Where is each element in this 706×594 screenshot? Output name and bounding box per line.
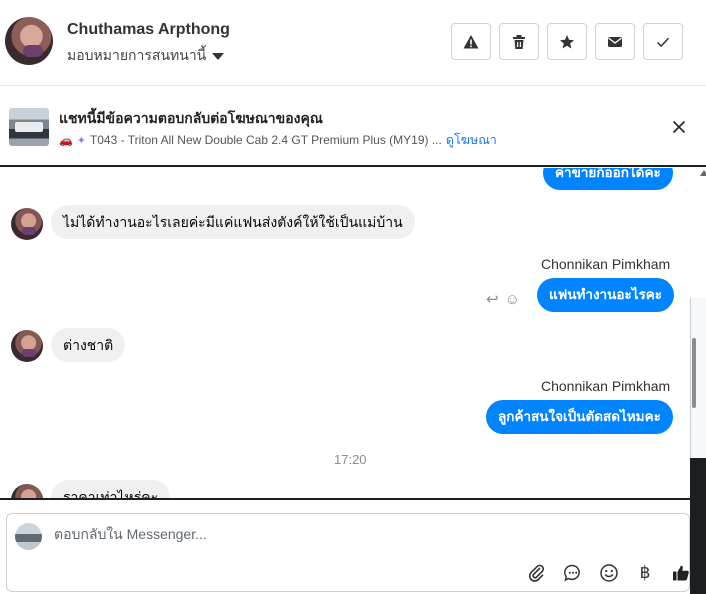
reply-input[interactable]: [54, 526, 654, 542]
view-ad-link[interactable]: ดูโฆษณา: [446, 130, 497, 150]
close-banner-button[interactable]: [668, 116, 690, 138]
sender-name: Chonnikan Pimkham: [541, 256, 671, 272]
reply-composer: ฿: [6, 513, 690, 592]
incoming-message: ไม่ได้ทำงานอะไรเลยค่ะมีแค่แฟนส่งตังค์ให้…: [51, 205, 415, 239]
message-thread[interactable]: ค่าขายก็ออกได้คะ ไม่ได้ทำงานอะไรเลยค่ะมี…: [0, 168, 690, 498]
scroll-up-icon[interactable]: [700, 170, 706, 176]
divider: [0, 498, 690, 500]
page-avatar: [15, 523, 42, 550]
envelope-icon: [608, 36, 622, 47]
check-icon: [656, 37, 670, 47]
incoming-message: ราคาเท่าไหร่คะ: [51, 480, 171, 498]
mark-done-button[interactable]: [643, 23, 683, 60]
message-timestamp: 17:20: [334, 452, 367, 467]
message-actions: ↩ ☺: [486, 290, 520, 309]
assign-conversation-dropdown[interactable]: มอบหมายการสนทนานี้: [67, 45, 225, 67]
ad-subtitle: T043 - Triton All New Double Cab 2.4 GT …: [89, 133, 442, 147]
caret-down-icon: [212, 53, 225, 60]
ad-reply-banner: แชทนี้มีข้อความตอบกลับต่อโฆษณาของคุณ 🚗 ✦…: [0, 87, 706, 167]
composer-toolbar: ฿: [525, 561, 693, 585]
contact-avatar-small: [11, 484, 43, 498]
delete-button[interactable]: [499, 23, 539, 60]
conversation-header: Chuthamas Arpthong มอบหมายการสนทนานี้: [0, 0, 706, 86]
like-button[interactable]: [669, 561, 693, 585]
attach-button[interactable]: [525, 561, 549, 585]
assign-label: มอบหมายการสนทนานี้: [67, 47, 207, 63]
sender-name: Chonnikan Pimkham: [541, 378, 671, 394]
contact-avatar-small: [11, 208, 43, 240]
car-icon: 🚗: [59, 134, 73, 147]
chat-bubble-icon: [564, 564, 580, 582]
incoming-message: ต่างชาติ: [51, 328, 126, 362]
paperclip-icon: [528, 564, 545, 582]
thumbs-up-icon: [673, 565, 689, 581]
outgoing-message: ลูกค้าสนใจเป็นตัดสดไหมคะ: [486, 400, 673, 434]
mark-unread-button[interactable]: [595, 23, 635, 60]
reply-icon[interactable]: ↩: [486, 290, 499, 308]
trash-icon: [513, 34, 525, 49]
ad-thumbnail[interactable]: [9, 108, 49, 146]
react-icon[interactable]: ☺: [505, 291, 520, 308]
payment-button[interactable]: ฿: [633, 561, 657, 585]
ad-details: 🚗 ✦ T043 - Triton All New Double Cab 2.4…: [59, 130, 497, 150]
report-spam-button[interactable]: [451, 23, 491, 60]
contact-name[interactable]: Chuthamas Arpthong: [67, 21, 230, 39]
ad-banner-title: แชทนี้มีข้อความตอบกลับต่อโฆษณาของคุณ: [59, 110, 323, 126]
scrollbar-thumb[interactable]: [692, 338, 696, 408]
outgoing-message: ค่าขายก็ออกได้คะ: [543, 168, 673, 190]
emoji-button[interactable]: [597, 561, 621, 585]
baht-icon: ฿: [639, 563, 651, 582]
smiley-icon: [600, 564, 618, 582]
star-button[interactable]: [547, 23, 587, 60]
saved-replies-button[interactable]: [561, 561, 585, 585]
sparkle-icon: ✦: [76, 134, 86, 147]
contact-avatar-small: [11, 330, 43, 362]
close-icon: [672, 120, 686, 134]
warning-icon: [463, 34, 479, 48]
star-icon: [560, 34, 574, 48]
contact-avatar[interactable]: [5, 17, 53, 65]
outgoing-message: แฟนทำงานอะไรคะ: [537, 278, 675, 312]
